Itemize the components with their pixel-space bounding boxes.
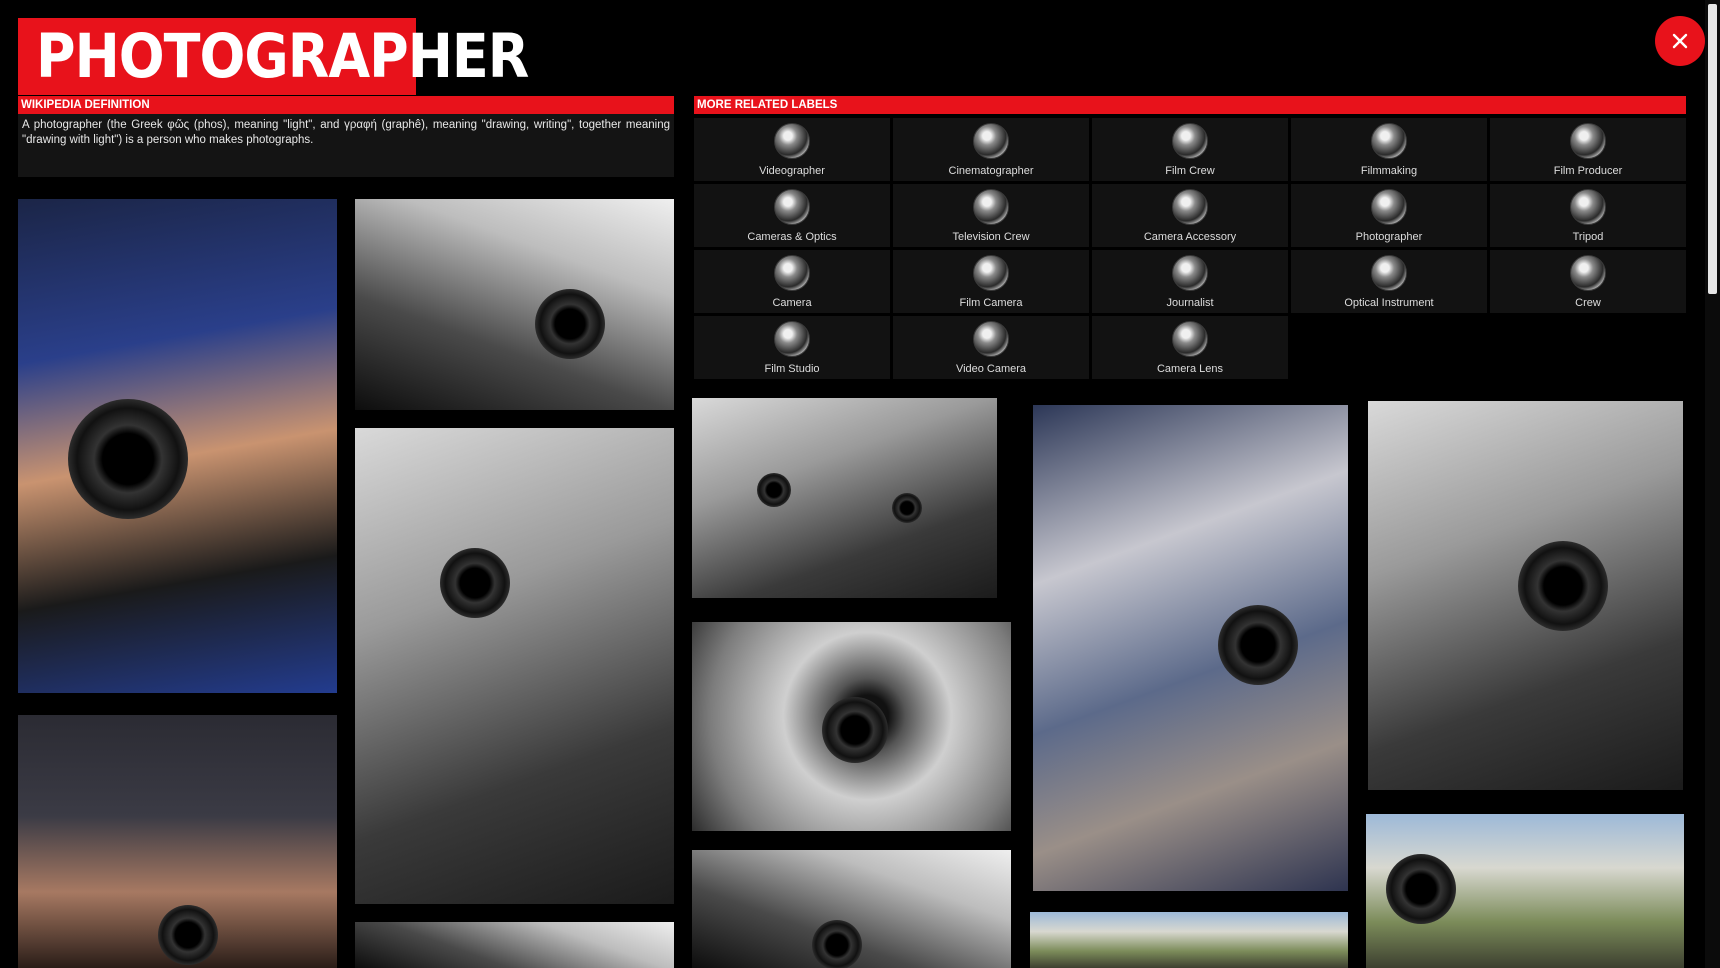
camera-lens-graphic xyxy=(68,399,188,519)
camera-lens-graphic xyxy=(158,905,218,965)
label-thumbnail xyxy=(1570,123,1606,159)
wikipedia-definition: A photographer (the Greek φῶς (phos), me… xyxy=(18,114,674,177)
camera-lens-graphic xyxy=(1518,541,1608,631)
related-label-text: Filmmaking xyxy=(1360,165,1418,177)
related-label-text: Television Crew xyxy=(952,231,1030,243)
close-button[interactable] xyxy=(1655,16,1705,66)
related-label-tile[interactable]: Television Crew xyxy=(893,184,1089,247)
page-title-block: PHOTOGRAPHER xyxy=(18,18,529,95)
label-thumbnail xyxy=(1172,321,1208,357)
photo-thumbnail[interactable] xyxy=(1033,405,1348,891)
label-thumbnail xyxy=(973,189,1009,225)
label-thumbnail xyxy=(1172,255,1208,291)
camera-lens-graphic xyxy=(757,473,791,507)
related-label-tile[interactable]: Film Producer xyxy=(1490,118,1686,181)
related-label-tile[interactable]: Crew xyxy=(1490,250,1686,313)
related-label-text: Film Producer xyxy=(1553,165,1623,177)
photo-thumbnail[interactable] xyxy=(355,922,674,968)
label-thumbnail xyxy=(1371,255,1407,291)
label-thumbnail xyxy=(1172,189,1208,225)
related-label-text: Camera Accessory xyxy=(1143,231,1237,243)
related-label-tile[interactable]: Camera xyxy=(694,250,890,313)
related-label-text: Camera Lens xyxy=(1156,363,1224,375)
camera-lens-graphic xyxy=(812,920,862,968)
photo-thumbnail[interactable] xyxy=(18,715,337,968)
label-thumbnail xyxy=(774,123,810,159)
related-label-text: Videographer xyxy=(759,165,825,177)
camera-lens-graphic xyxy=(535,289,605,359)
camera-lens-graphic xyxy=(822,697,888,763)
label-thumbnail xyxy=(1570,189,1606,225)
related-label-tile[interactable]: Optical Instrument xyxy=(1291,250,1487,313)
related-label-text: Crew xyxy=(1575,297,1601,309)
related-label-text: Film Studio xyxy=(764,363,820,375)
related-label-text: Journalist xyxy=(1166,297,1214,309)
label-thumbnail xyxy=(774,321,810,357)
related-label-tile[interactable]: Film Studio xyxy=(694,316,890,379)
related-label-tile[interactable]: Film Camera xyxy=(893,250,1089,313)
related-label-tile[interactable]: Camera Accessory xyxy=(1092,184,1288,247)
related-label-tile[interactable]: Camera Lens xyxy=(1092,316,1288,379)
camera-lens-graphic xyxy=(1218,605,1298,685)
related-label-text: Photographer xyxy=(1355,231,1423,243)
related-label-text: Film Crew xyxy=(1165,165,1215,177)
related-label-text: Film Camera xyxy=(959,297,1023,309)
label-thumbnail xyxy=(1570,255,1606,291)
camera-lens-graphic xyxy=(440,548,510,618)
related-label-tile[interactable]: Journalist xyxy=(1092,250,1288,313)
label-thumbnail xyxy=(973,123,1009,159)
related-label-tile[interactable]: Photographer xyxy=(1291,184,1487,247)
camera-lens-graphic xyxy=(1386,854,1456,924)
related-label-text: Optical Instrument xyxy=(1344,297,1434,309)
label-thumbnail xyxy=(1172,123,1208,159)
photo-thumbnail[interactable] xyxy=(692,622,1011,831)
photo-thumbnail[interactable] xyxy=(1368,401,1683,790)
related-label-text: Cinematographer xyxy=(948,165,1034,177)
wikipedia-heading: WIKIPEDIA DEFINITION xyxy=(18,96,674,114)
related-label-text: Video Camera xyxy=(955,363,1027,375)
related-label-text: Tripod xyxy=(1572,231,1604,243)
related-label-tile[interactable]: Cameras & Optics xyxy=(694,184,890,247)
page-title: PHOTOGRAPHER xyxy=(36,20,529,92)
photo-thumbnail[interactable] xyxy=(18,199,337,693)
photo-thumbnail[interactable] xyxy=(1030,912,1348,968)
related-label-tile[interactable]: Video Camera xyxy=(893,316,1089,379)
label-thumbnail xyxy=(774,255,810,291)
related-label-tile[interactable]: Tripod xyxy=(1490,184,1686,247)
label-thumbnail xyxy=(774,189,810,225)
scrollbar[interactable] xyxy=(1705,0,1720,968)
label-thumbnail xyxy=(973,321,1009,357)
label-thumbnail xyxy=(1371,123,1407,159)
label-thumbnail xyxy=(973,255,1009,291)
photo-thumbnail[interactable] xyxy=(355,428,674,904)
photo-thumbnail[interactable] xyxy=(692,398,997,598)
photo-thumbnail[interactable] xyxy=(692,850,1011,968)
close-icon xyxy=(1672,33,1688,49)
related-labels-heading: MORE RELATED LABELS xyxy=(694,96,1686,114)
related-label-tile[interactable]: Videographer xyxy=(694,118,890,181)
related-labels-grid: Videographer Cinematographer Film Crew F… xyxy=(694,118,1686,379)
scrollbar-thumb[interactable] xyxy=(1708,4,1717,294)
photo-thumbnail[interactable] xyxy=(355,199,674,410)
label-thumbnail xyxy=(1371,189,1407,225)
related-label-tile[interactable]: Cinematographer xyxy=(893,118,1089,181)
related-label-text: Camera xyxy=(772,297,812,309)
photo-thumbnail[interactable] xyxy=(1366,814,1684,968)
related-label-tile[interactable]: Filmmaking xyxy=(1291,118,1487,181)
related-label-tile[interactable]: Film Crew xyxy=(1092,118,1288,181)
camera-lens-graphic xyxy=(892,493,922,523)
related-label-text: Cameras & Optics xyxy=(747,231,837,243)
